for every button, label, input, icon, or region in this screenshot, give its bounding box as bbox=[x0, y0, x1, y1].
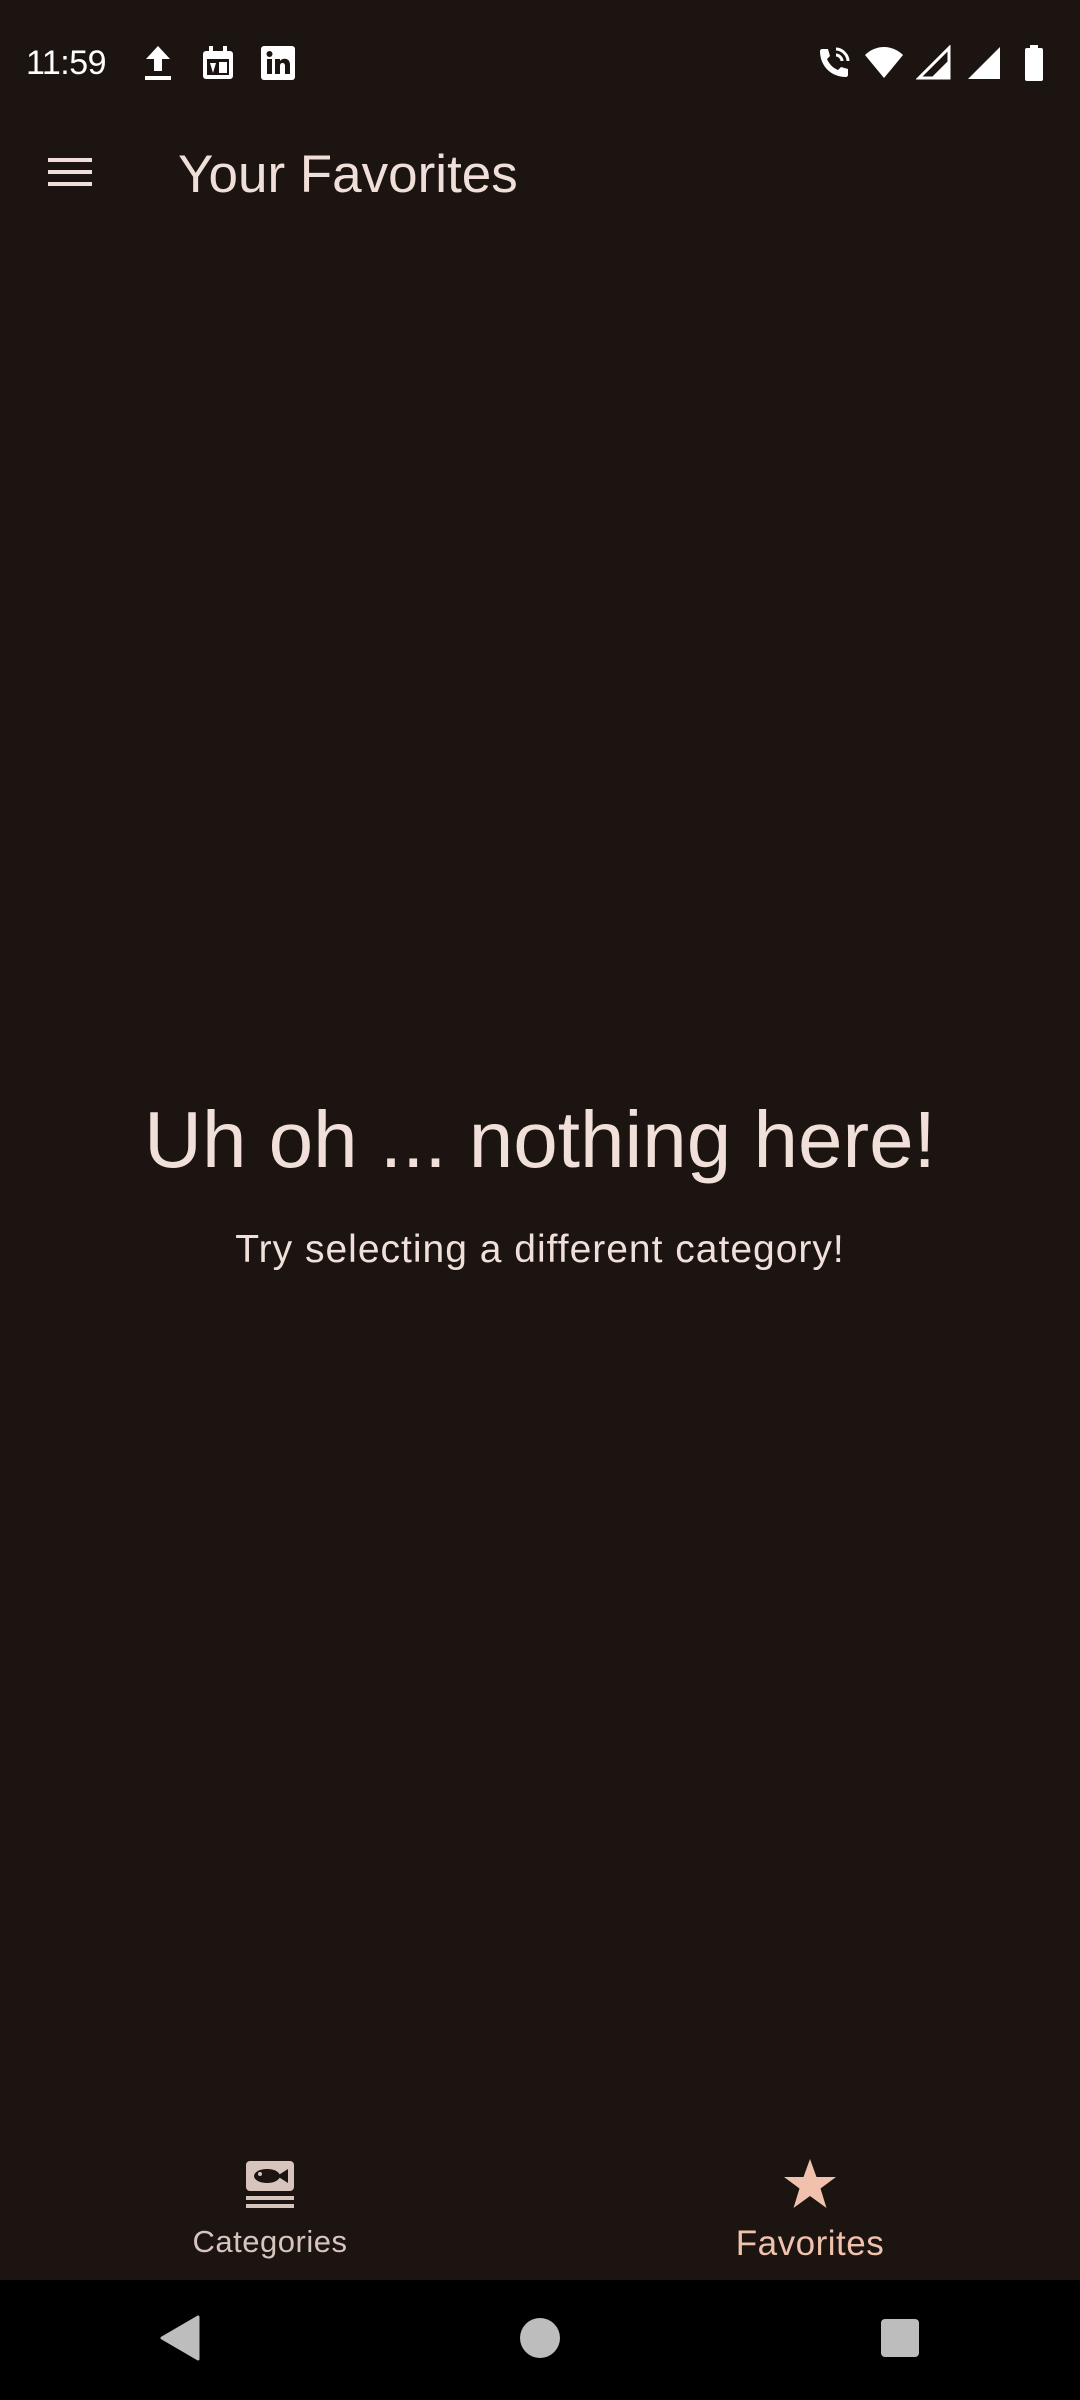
recents-icon bbox=[880, 2318, 920, 2363]
menu-button[interactable] bbox=[22, 126, 118, 222]
bottom-navigation: Categories Favorites bbox=[0, 2130, 1080, 2280]
status-left-icons bbox=[138, 43, 298, 83]
app-bar: Your Favorites bbox=[0, 126, 1080, 222]
screen: 11:59 Your Favorites Uh oh ... nothing h… bbox=[0, 0, 1080, 2400]
back-icon bbox=[158, 2315, 202, 2366]
status-bar: 11:59 bbox=[0, 0, 1080, 126]
battery-icon bbox=[1014, 43, 1054, 83]
signal-full-icon bbox=[964, 43, 1004, 83]
empty-state-subtitle: Try selecting a different category! bbox=[235, 1228, 845, 1271]
wifi-icon bbox=[864, 43, 904, 83]
back-button[interactable] bbox=[135, 2295, 225, 2385]
nav-label-favorites: Favorites bbox=[735, 2224, 885, 2263]
nav-label-categories: Categories bbox=[192, 2224, 348, 2259]
signal-icon bbox=[914, 43, 954, 83]
nav-item-categories[interactable]: Categories bbox=[0, 2130, 540, 2280]
home-button[interactable] bbox=[495, 2295, 585, 2385]
status-time: 11:59 bbox=[26, 43, 107, 82]
linkedin-icon bbox=[258, 43, 298, 83]
home-icon bbox=[518, 2316, 562, 2365]
wifi-calling-icon bbox=[814, 43, 854, 83]
recents-button[interactable] bbox=[855, 2295, 945, 2385]
page-title: Your Favorites bbox=[178, 144, 518, 204]
upload-icon bbox=[138, 43, 178, 83]
star-icon bbox=[778, 2152, 842, 2216]
set-meal-icon bbox=[238, 2152, 302, 2216]
empty-state: Uh oh ... nothing here! Try selecting a … bbox=[0, 1090, 1080, 1272]
system-navigation-bar bbox=[0, 2280, 1080, 2400]
status-right-icons bbox=[814, 43, 1054, 83]
nav-item-favorites[interactable]: Favorites bbox=[540, 2130, 1080, 2280]
calendar-icon bbox=[198, 43, 238, 83]
empty-state-title: Uh oh ... nothing here! bbox=[144, 1095, 936, 1184]
hamburger-menu-icon bbox=[46, 154, 94, 195]
